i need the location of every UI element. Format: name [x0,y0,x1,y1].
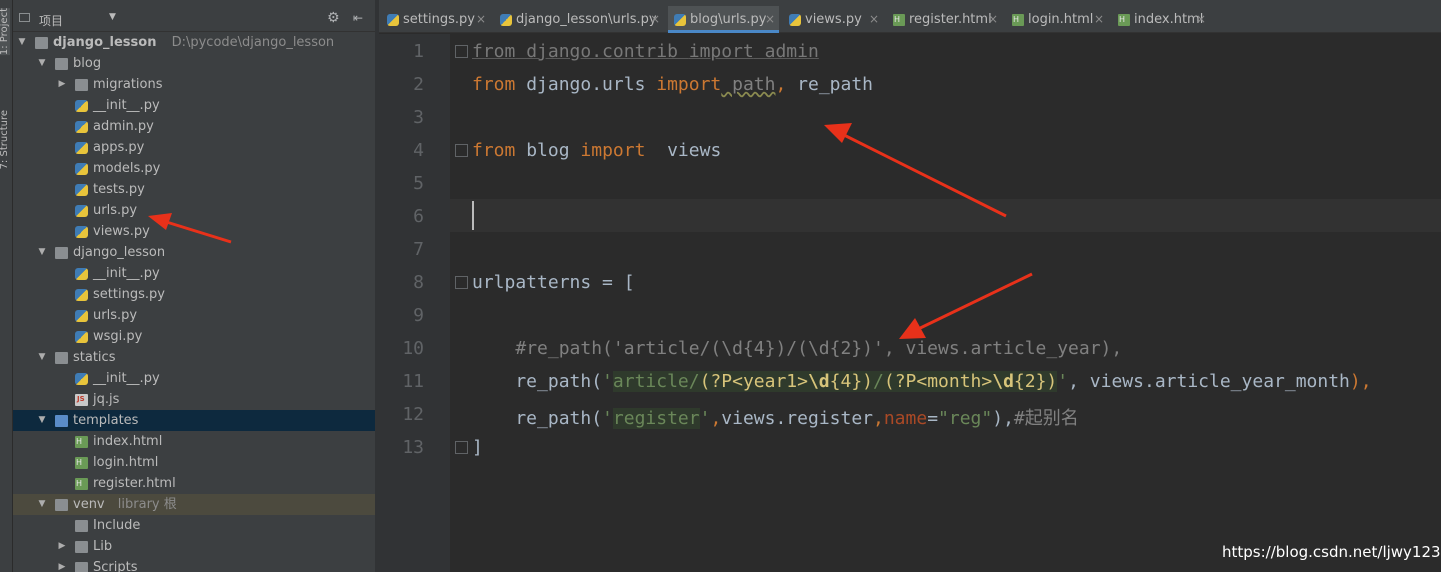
arrow-to-re-path-import [824,123,1007,218]
annotation-arrows [148,123,1033,339]
arrow-to-re-path-call [899,272,1033,339]
watermark-text: https://blog.csdn.net/ljwy1234 [1222,543,1441,561]
ide-window: 1: Project 7: Structure 项目 ▼ ⚙ ⇤ ▼ django… [0,0,1441,572]
arrow-to-urls-py [148,213,232,244]
